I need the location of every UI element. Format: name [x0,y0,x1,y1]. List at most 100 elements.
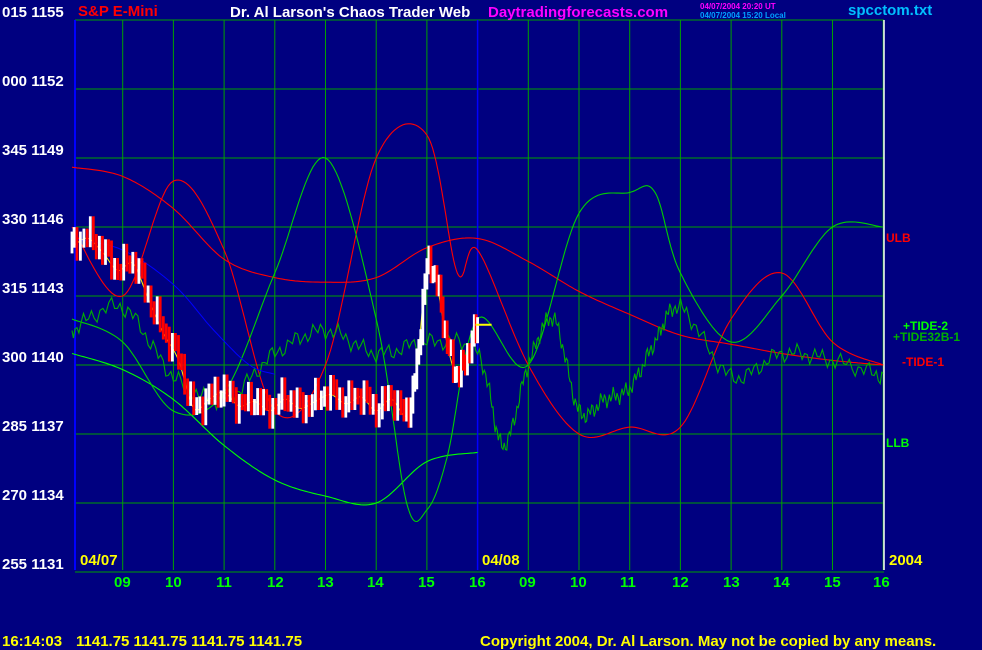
price-bar [167,326,171,362]
price-bar [225,374,229,402]
date-label-first: 04/07 [80,552,118,569]
price-bar [250,381,253,416]
price-bar [234,387,238,424]
price-bar [280,377,284,410]
price-bar [295,387,299,418]
price-bar [317,377,320,410]
y-tick-label: 315 1143 [2,280,64,297]
chart-title: Dr. Al Larson's Chaos Trader Web [230,4,470,21]
price-bar [152,301,156,325]
price-bar [79,231,82,261]
price-bar [344,396,348,418]
price-bar [377,403,381,428]
price-bar [110,240,113,280]
price-bar [128,255,132,274]
price-bar [180,353,183,370]
price-bar [119,263,123,281]
price-bar [356,387,360,405]
price-bar [383,386,387,412]
price-bar [353,387,357,410]
price-bar [256,388,259,416]
price-bar [237,394,241,424]
tide32b-label: +TIDE32B-1 [893,330,960,344]
x-tick-label: 13 [723,574,740,591]
price-bar [116,258,119,280]
price-bar [393,390,396,421]
price-bar [91,216,95,251]
price-bar [247,381,250,412]
price-bar [201,396,205,426]
price-bar [137,258,141,284]
x-tick-label: 12 [672,574,689,591]
price-bar [341,387,345,418]
x-tick-label: 15 [418,574,435,591]
x-tick-label: 10 [570,574,587,591]
price-bar [332,375,335,396]
site-link[interactable]: Daytradingforecasts.com [488,4,668,21]
price-bar [314,377,317,411]
price-bar [399,390,403,416]
price-bar [310,394,314,417]
price-bar [198,396,202,414]
price-bar [219,390,223,408]
price-bar [326,386,329,411]
price-bar [262,389,265,416]
price-bar [186,378,189,406]
price-bar [304,395,308,424]
date-label-second: 04/08 [482,552,520,569]
llb-label: LLB [886,436,910,450]
price-bar [380,386,384,420]
price-bar [292,390,296,418]
x-tick-label: 11 [216,574,232,591]
x-tick-label: 09 [519,574,536,591]
price-bar [171,333,174,362]
x-tick-label: 11 [620,574,636,591]
price-bar [72,227,76,248]
price-bar [85,228,89,248]
price-bar [323,386,326,407]
price-bar [283,377,287,412]
price-bar [335,379,339,410]
y-tick-label: 285 1137 [2,418,64,435]
price-bar [277,393,281,415]
price-bar [347,380,351,413]
price-bar [265,389,269,411]
price-bar [183,353,186,395]
price-bar [289,390,293,412]
price-bar [307,395,311,417]
price-bar [140,258,144,279]
footer-ohlc: 1141.75 1141.75 1141.75 1141.75 [76,633,302,650]
price-bar [210,383,214,405]
price-bar [402,399,406,422]
price-bar [149,285,153,318]
price-bar [94,234,98,260]
price-bar [476,317,479,344]
y-tick-label: 015 1155 [2,4,64,21]
price-bar [338,387,342,410]
x-tick-label: 10 [165,574,182,591]
ulb-label: ULB [886,231,911,245]
y-tick-label: 000 1152 [2,73,64,90]
price-bar [155,296,159,325]
price-bar [131,251,135,274]
footer-copyright: Copyright 2004, Dr. Al Larson. May not b… [480,633,936,650]
price-bar [241,394,244,411]
price-bar [161,316,165,340]
y-tick-label: 255 1131 [2,556,64,573]
price-bar [396,390,400,421]
price-bar [244,394,247,412]
x-tick-label: 16 [469,574,486,591]
price-bar [192,381,196,415]
price-bar [253,399,256,416]
price-bar [405,397,408,422]
price-bar [146,285,150,303]
x-tick-label: 12 [267,574,284,591]
price-bar [301,392,305,424]
price-bar [286,395,290,412]
x-tick-label: 16 [873,574,890,591]
price-bar [298,387,302,409]
x-tick-label: 09 [114,574,131,591]
price-bar [259,388,262,416]
price-bar [75,227,79,261]
price-bar [113,258,116,280]
